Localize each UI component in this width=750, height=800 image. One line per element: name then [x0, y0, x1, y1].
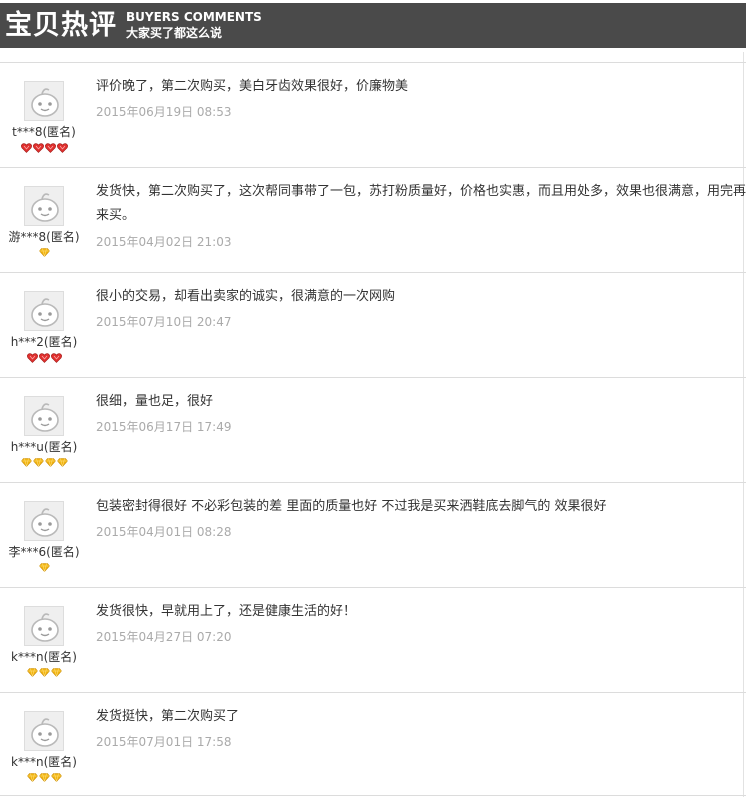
comment-text: 包装密封得很好 不必彩包装的差 里面的质量也好 不过我是买来洒鞋底去脚气的 效果…	[96, 499, 607, 514]
buyer-rank	[0, 563, 88, 575]
comment-row: 李***6(匿名) 包装密封得很好 不必彩包装的差 里面的质量也好 不过我是买来…	[0, 482, 746, 587]
comment-text: 很细，量也足，很好	[96, 394, 214, 409]
diamond-icon	[26, 773, 38, 785]
comment-row: t***8(匿名) 评价晚了，第二次购买，美白牙齿效果很好，价廉物美 2015年…	[0, 62, 746, 167]
diamond-icon	[44, 458, 56, 470]
avatar-icon	[24, 396, 64, 436]
comment-text: 发货很快，早就用上了，还是健康生活的好！	[96, 604, 357, 619]
heart-icon	[44, 143, 56, 155]
comment-date: 2015年04月02日 21:03	[96, 235, 232, 249]
diamond-icon	[20, 458, 32, 470]
user-nickname: k***n(匿名)	[11, 650, 77, 664]
heart-icon	[38, 353, 50, 365]
comment-text: 评价晚了，第二次购买，美白牙齿效果很好，价廉物美	[96, 79, 409, 94]
comment-text: 发货挺快，第二次购买了	[96, 709, 240, 724]
avatar-icon	[24, 81, 64, 121]
heart-icon	[56, 143, 68, 155]
comment-row: k***n(匿名) 发货挺快，第二次购买了 2015年07月01日 17:58	[0, 692, 746, 796]
user-nickname: h***u(匿名)	[10, 440, 78, 454]
buyer-rank	[0, 143, 88, 155]
heart-icon	[20, 143, 32, 155]
buyer-rank	[0, 668, 88, 680]
buyer-rank	[0, 773, 88, 785]
buyer-rank	[0, 458, 88, 470]
diamond-icon	[38, 248, 50, 260]
comment-date: 2015年04月01日 08:28	[96, 525, 232, 539]
diamond-icon	[56, 458, 68, 470]
comment-date: 2015年06月19日 08:53	[96, 105, 232, 119]
diamond-icon	[32, 458, 44, 470]
buyer-rank	[0, 248, 88, 260]
comment-row: k***n(匿名) 发货很快，早就用上了，还是健康生活的好！ 2015年04月2…	[0, 587, 746, 692]
heart-icon	[50, 353, 62, 365]
comments-header: 宝贝热评 BUYERS COMMENTS 大家买了都这么说	[0, 3, 746, 48]
comment-row: 游***8(匿名) 发货快，第二次购买了，这次帮同事带了一包，苏打粉质量好，价格…	[0, 167, 746, 272]
avatar-icon	[24, 711, 64, 751]
avatar-icon	[24, 606, 64, 646]
user-nickname: 游***8(匿名)	[8, 230, 80, 244]
diamond-icon	[26, 668, 38, 680]
user-nickname: k***n(匿名)	[11, 755, 77, 769]
user-nickname: 李***6(匿名)	[8, 545, 80, 559]
header-title: 宝贝热评	[5, 10, 117, 41]
diamond-icon	[50, 668, 62, 680]
user-nickname: t***8(匿名)	[12, 125, 76, 139]
header-subtitle-en: BUYERS COMMENTS	[126, 10, 262, 24]
heart-icon	[32, 143, 44, 155]
comment-text: 发货快，第二次购买了，这次帮同事带了一包，苏打粉质量好，价格也实惠，而且用处多，…	[96, 184, 747, 223]
diamond-icon	[38, 668, 50, 680]
header-subtitle-cn: 大家买了都这么说	[126, 26, 223, 40]
comment-row: h***u(匿名) 很细，量也足，很好 2015年06月17日 17:49	[0, 377, 746, 482]
comment-date: 2015年07月01日 17:58	[96, 735, 232, 749]
avatar-icon	[24, 501, 64, 541]
diamond-icon	[50, 773, 62, 785]
comment-list: t***8(匿名) 评价晚了，第二次购买，美白牙齿效果很好，价廉物美 2015年…	[0, 62, 746, 796]
user-nickname: h***2(匿名)	[10, 335, 78, 349]
header-subtitle: BUYERS COMMENTS 大家买了都这么说	[126, 10, 262, 41]
avatar-icon	[24, 291, 64, 331]
diamond-icon	[38, 773, 50, 785]
comment-date: 2015年07月10日 20:47	[96, 315, 232, 329]
buyer-rank	[0, 353, 88, 365]
diamond-icon	[38, 563, 50, 575]
heart-icon	[26, 353, 38, 365]
comment-text: 很小的交易，却看出卖家的诚实，很满意的一次网购	[96, 289, 396, 304]
avatar-icon	[24, 186, 64, 226]
comment-date: 2015年06月17日 17:49	[96, 420, 232, 434]
comment-date: 2015年04月27日 07:20	[96, 630, 232, 644]
comment-row: h***2(匿名) 很小的交易，却看出卖家的诚实，很满意的一次网购 2015年0…	[0, 272, 746, 377]
